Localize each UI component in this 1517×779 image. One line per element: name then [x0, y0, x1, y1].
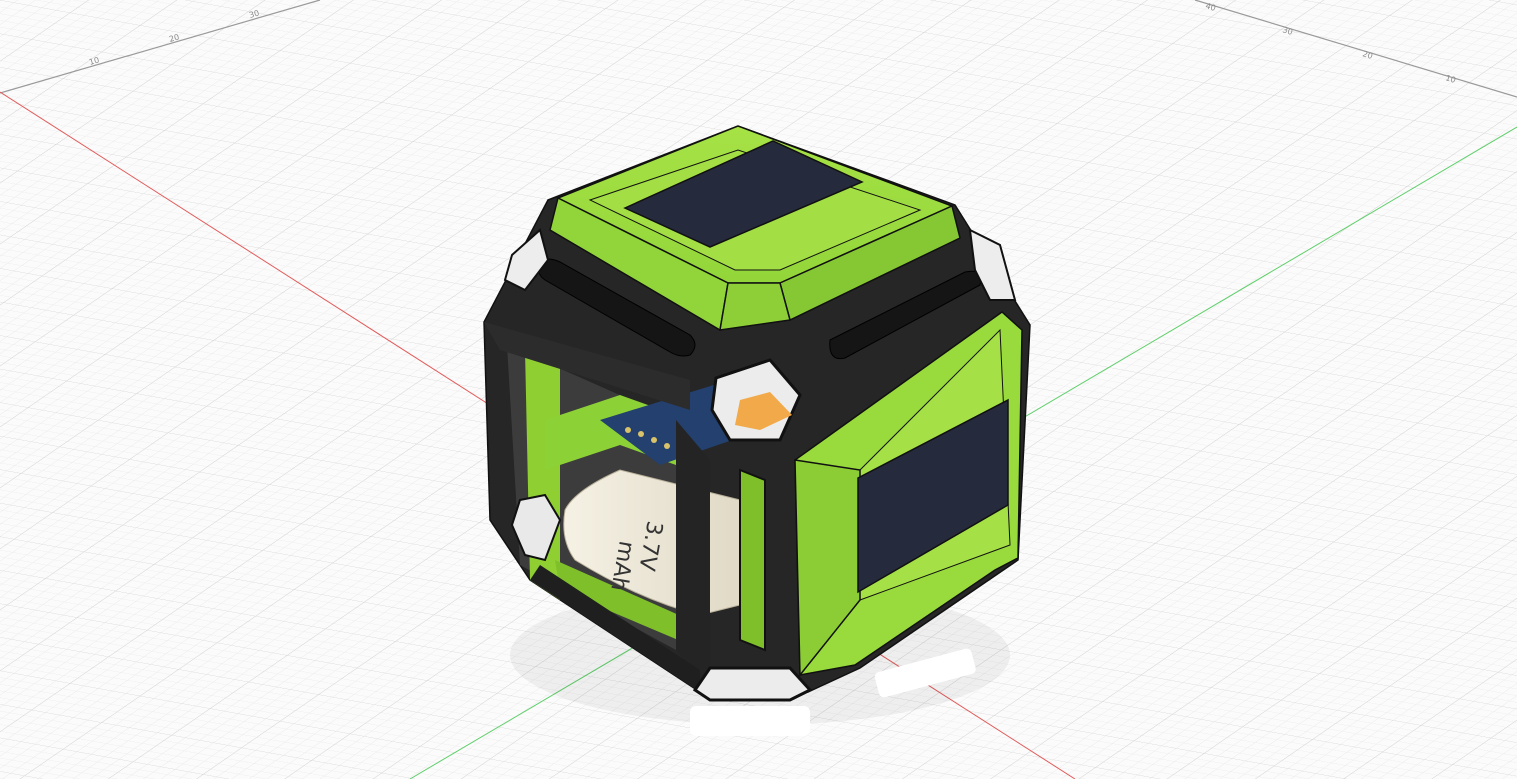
front-vertical-slot	[739, 468, 766, 652]
3d-viewport[interactable]: 10 20 30 40 30 20 10 3.7V mAh	[0, 0, 1517, 779]
inner-green-wall	[525, 350, 560, 600]
bottom-hex-foot	[692, 666, 813, 702]
left-frame-bar-right	[676, 420, 710, 690]
scene-canvas[interactable]: 10 20 30 40 30 20 10 3.7V mAh	[0, 0, 1517, 779]
